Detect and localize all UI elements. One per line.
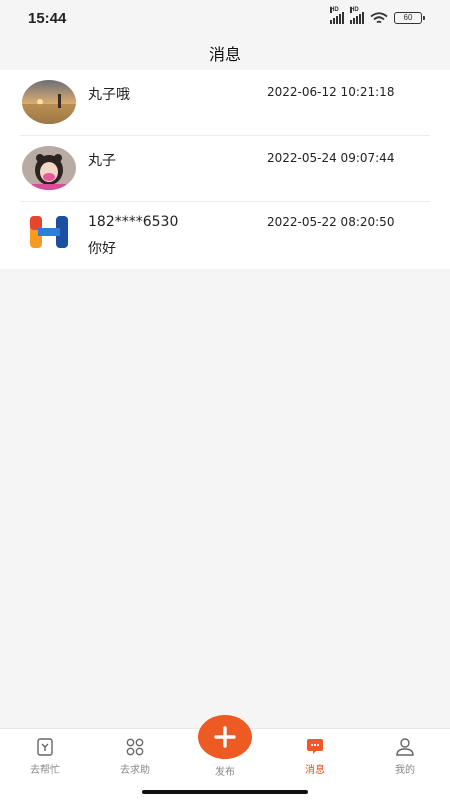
battery-icon: 60 xyxy=(394,12,425,24)
message-item[interactable]: 丸子哦 2022-06-12 10:21:18 xyxy=(20,70,430,136)
app-logo xyxy=(22,214,76,250)
message-sender: 182****6530 xyxy=(88,214,179,230)
status-bar: 15:44 HD HD 60 xyxy=(0,0,450,36)
message-sender: 丸子 xyxy=(88,153,116,169)
publish-button[interactable] xyxy=(198,715,252,759)
chat-icon xyxy=(307,739,323,754)
message-item[interactable]: 182****6530 2022-05-22 08:20:50 你好 xyxy=(20,202,430,269)
bottom-tabbar: 去帮忙 去求助 发布 消息 我的 xyxy=(0,715,450,800)
tab-label: 消息 xyxy=(305,765,325,776)
message-preview: 你好 xyxy=(88,241,116,257)
user-icon xyxy=(396,738,414,756)
grid-icon xyxy=(126,738,144,756)
home-indicator xyxy=(142,790,308,794)
plus-icon xyxy=(214,726,236,748)
message-item[interactable]: 丸子 2022-05-24 09:07:44 xyxy=(20,136,430,202)
message-time: 2022-06-12 10:21:18 xyxy=(267,85,395,99)
page-title: 消息 xyxy=(208,45,241,64)
tab-mine[interactable]: 我的 xyxy=(360,737,450,776)
message-time: 2022-05-24 09:07:44 xyxy=(267,151,395,165)
tab-label: 我的 xyxy=(395,765,415,776)
wifi-icon xyxy=(370,11,388,23)
status-icons: HD HD 60 xyxy=(330,7,425,25)
signal-icon: HD xyxy=(330,7,344,24)
avatar xyxy=(22,80,76,124)
message-list: 丸子哦 2022-06-12 10:21:18 丸子 2022-05-24 09… xyxy=(0,70,450,269)
message-time: 2022-05-22 08:20:50 xyxy=(267,215,395,229)
status-time: 15:44 xyxy=(28,9,67,27)
signal-icon: HD xyxy=(350,7,364,24)
help-task-icon xyxy=(37,738,53,756)
message-sender: 丸子哦 xyxy=(88,87,130,103)
avatar xyxy=(22,146,76,190)
header: 消息 xyxy=(0,36,450,70)
tab-messages[interactable]: 消息 xyxy=(270,737,360,776)
